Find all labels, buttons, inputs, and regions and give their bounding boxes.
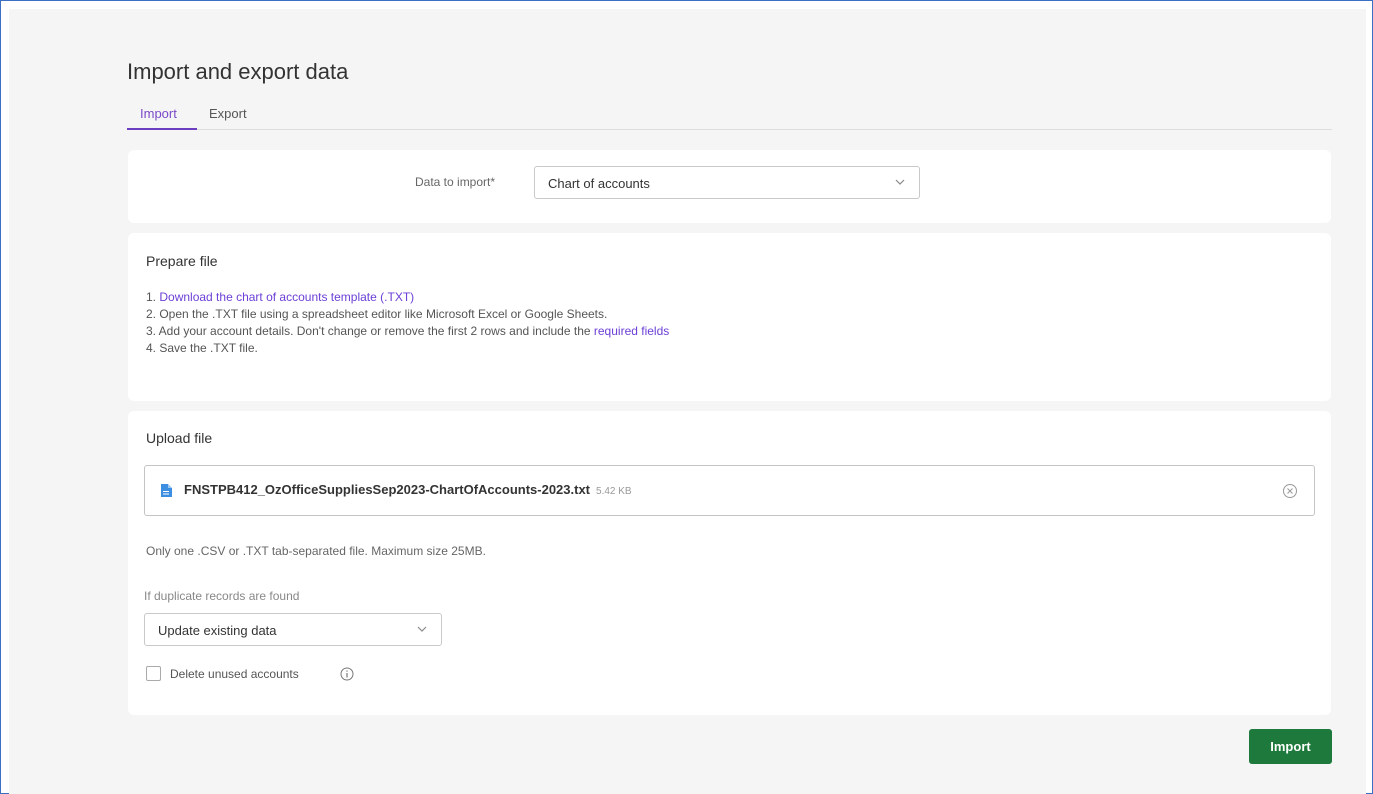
- prepare-steps: 1. Download the chart of accounts templa…: [146, 289, 669, 357]
- data-to-import-select[interactable]: Chart of accounts: [534, 166, 920, 199]
- upload-file-title: Upload file: [146, 430, 213, 446]
- tab-bar: Import Export: [127, 100, 1332, 130]
- step-1: 1. Download the chart of accounts templa…: [146, 289, 669, 306]
- tab-export[interactable]: Export: [209, 106, 247, 121]
- delete-unused-accounts-label: Delete unused accounts: [170, 667, 299, 681]
- import-button[interactable]: Import: [1249, 729, 1332, 764]
- prepare-file-title: Prepare file: [146, 253, 218, 269]
- remove-file-icon[interactable]: [1282, 483, 1298, 499]
- file-name: FNSTPB412_OzOfficeSuppliesSep2023-ChartO…: [184, 482, 632, 497]
- step-2: 2. Open the .TXT file using a spreadshee…: [146, 307, 608, 321]
- step-3-text: 3. Add your account details. Don't chang…: [146, 324, 591, 338]
- file-requirements-note: Only one .CSV or .TXT tab-separated file…: [146, 544, 486, 558]
- active-tab-indicator: [127, 128, 197, 130]
- file-icon: [161, 484, 172, 497]
- step-4: 4. Save the .TXT file.: [146, 341, 258, 355]
- chevron-down-icon: [895, 179, 905, 185]
- data-to-import-card: Data to import* Chart of accounts: [128, 150, 1331, 223]
- step-3: 3. Add your account details. Don't chang…: [146, 323, 669, 340]
- step-1-prefix: 1.: [146, 290, 157, 304]
- download-template-link[interactable]: Download the chart of accounts template …: [159, 290, 414, 304]
- data-to-import-label: Data to import*: [415, 175, 496, 189]
- required-fields-link[interactable]: required fields: [594, 324, 669, 338]
- file-name-text: FNSTPB412_OzOfficeSuppliesSep2023-ChartO…: [184, 482, 591, 497]
- chevron-down-icon: [417, 626, 427, 632]
- page-title: Import and export data: [127, 59, 349, 84]
- prepare-file-card: Prepare file 1. Download the chart of ac…: [128, 233, 1331, 401]
- file-size: 5.42 KB: [596, 486, 632, 497]
- delete-unused-accounts-checkbox[interactable]: [146, 666, 161, 681]
- uploaded-file-row: FNSTPB412_OzOfficeSuppliesSep2023-ChartO…: [144, 465, 1315, 516]
- data-to-import-value: Chart of accounts: [548, 176, 650, 191]
- tab-import[interactable]: Import: [140, 106, 177, 121]
- duplicate-records-select[interactable]: Update existing data: [144, 613, 442, 646]
- upload-file-card: Upload file FNSTPB412_OzOfficeSuppliesSe…: [128, 411, 1331, 715]
- duplicate-records-label: If duplicate records are found: [144, 589, 300, 603]
- info-icon[interactable]: [340, 667, 354, 681]
- duplicate-records-value: Update existing data: [158, 623, 277, 638]
